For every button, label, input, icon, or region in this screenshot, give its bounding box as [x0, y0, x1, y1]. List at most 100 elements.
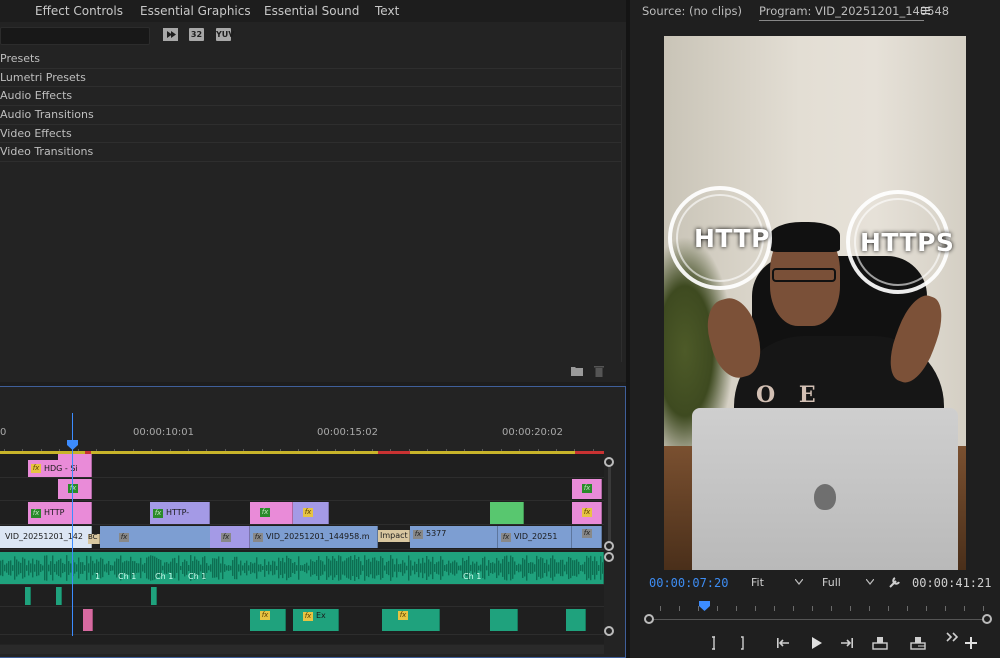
waveform-bar [138, 563, 140, 573]
vertical-scrollbar[interactable] [604, 454, 616, 644]
accelerated-effects-filter-button[interactable] [163, 28, 178, 41]
graphic-clip[interactable] [490, 502, 524, 524]
yuv-filter-button[interactable]: YUV [216, 28, 234, 41]
audio-clip[interactable] [490, 609, 518, 631]
mark-out-icon[interactable] [733, 634, 751, 652]
waveform-bar [362, 565, 364, 571]
ruler-label: 00:00:20:02 [502, 427, 564, 438]
audio-clip[interactable]: fx [250, 609, 286, 631]
audio-clip[interactable] [0, 552, 604, 584]
audio-clip[interactable]: fx [382, 609, 440, 631]
scroll-knob[interactable] [604, 552, 614, 562]
waveform-bar [352, 560, 354, 576]
waveform-bar [400, 563, 402, 573]
video-clip[interactable]: fx VID_20251201_144958.m [250, 526, 378, 548]
video-clip[interactable]: fx [572, 526, 602, 548]
audio-clip[interactable] [56, 587, 62, 605]
horizontal-scrollbar[interactable] [0, 645, 604, 654]
transition-marker[interactable]: Impact [378, 530, 410, 542]
effects-search-input[interactable] [0, 27, 150, 45]
fit-select[interactable]: Fit [746, 574, 806, 591]
panel-menu-icon[interactable] [921, 6, 930, 15]
waveform-bar [436, 562, 438, 574]
scroll-knob[interactable] [604, 457, 614, 467]
folder-lumetri-presets[interactable]: Lumetri Presets [0, 69, 621, 88]
tab-essential-sound[interactable]: Essential Sound [264, 4, 359, 18]
title-clip[interactable]: fx HDG - Si [28, 460, 92, 477]
new-bin-icon[interactable] [571, 366, 583, 376]
monitor-playhead-icon[interactable] [699, 601, 710, 611]
waveform-bar [298, 556, 300, 580]
add-icon[interactable] [962, 634, 980, 652]
audio-clip[interactable] [151, 587, 157, 605]
waveform-bar [58, 559, 60, 577]
audio-clip[interactable] [25, 587, 31, 605]
video-clip[interactable]: VID_20251201_142 [0, 526, 92, 548]
fx-badge: fx [153, 508, 163, 518]
folder-audio-transitions[interactable]: Audio Transitions [0, 106, 621, 125]
audio-clip[interactable] [566, 609, 586, 631]
go-to-out-icon[interactable] [838, 634, 856, 652]
title-clip[interactable] [58, 454, 92, 460]
waveform-bar [238, 564, 240, 572]
waveform-bar [420, 563, 422, 573]
transition-marker[interactable]: BC [88, 534, 100, 544]
mark-in-icon[interactable] [704, 634, 722, 652]
waveform-bar [216, 558, 218, 578]
waveform-bar [42, 565, 44, 571]
scrubber-start-knob[interactable] [644, 614, 654, 624]
current-timecode[interactable]: 00:00:07:20 [649, 576, 728, 590]
scrubber-tick [869, 606, 870, 611]
overlay-http-text: HTTP [694, 224, 770, 253]
waveform-bar [302, 565, 304, 571]
resolution-select[interactable]: Full [817, 574, 877, 591]
folder-video-effects[interactable]: Video Effects [0, 125, 621, 144]
waveform-bar [174, 557, 176, 579]
extract-icon[interactable] [909, 634, 927, 652]
effects-search-row: 32 YUV [0, 26, 626, 46]
graphic-clip[interactable]: fx [250, 502, 293, 524]
monitor-scrubber-track[interactable] [649, 619, 985, 620]
lift-icon[interactable] [871, 634, 889, 652]
audio-clip[interactable] [83, 609, 93, 631]
folder-audio-effects[interactable]: Audio Effects [0, 87, 621, 107]
waveform-bar [46, 555, 48, 581]
waveform-bar [546, 559, 548, 577]
trash-icon[interactable] [594, 365, 604, 377]
program-video-frame[interactable]: O E N HTTP HTTPS [664, 36, 966, 570]
graphic-clip[interactable]: fx [572, 479, 602, 499]
play-icon[interactable] [807, 634, 825, 652]
timeline-tracks[interactable]: fxHDG - Si fx fx fxHTTP fxHTTP- fx fx fx… [0, 454, 604, 644]
graphic-clip[interactable]: fx HTTP- [150, 502, 210, 524]
tab-essential-graphics[interactable]: Essential Graphics [140, 4, 251, 18]
waveform-bar [404, 562, 406, 574]
waveform-bar [562, 559, 564, 577]
waveform-bar [586, 555, 588, 581]
tab-source-monitor[interactable]: Source: (no clips) [642, 4, 742, 18]
wrench-icon[interactable] [888, 575, 902, 589]
more-icon[interactable] [944, 628, 962, 646]
scroll-knob[interactable] [604, 626, 614, 636]
waveform-bar [252, 563, 254, 573]
go-to-in-icon[interactable] [774, 634, 792, 652]
audio-clip[interactable]: fx Ex [293, 609, 339, 631]
waveform-bar [308, 565, 310, 571]
waveform-bar [182, 562, 184, 574]
scrubber-end-knob[interactable] [982, 614, 992, 624]
playhead-handle-icon[interactable] [67, 440, 78, 450]
32bit-filter-button[interactable]: 32 [189, 28, 204, 41]
video-clip[interactable]: fx VID_20251 [498, 526, 572, 548]
tab-effect-controls[interactable]: Effect Controls [35, 4, 123, 18]
graphic-clip[interactable]: fx [293, 502, 329, 524]
waveform-bar [336, 560, 338, 576]
tab-text[interactable]: Text [375, 4, 399, 18]
scroll-knob[interactable] [604, 541, 614, 551]
graphic-clip[interactable]: fx [572, 502, 602, 524]
folder-video-transitions[interactable]: Video Transitions [0, 143, 621, 163]
time-ruler[interactable]: 0 00:00:10:01 00:00:15:02 00:00:20:02 [0, 387, 604, 453]
video-clip[interactable]: fx 5377 [410, 526, 498, 548]
graphic-clip[interactable]: fx [58, 479, 92, 499]
graphic-clip[interactable]: fx HTTP [28, 502, 92, 524]
waveform-bar [24, 558, 26, 578]
folder-presets[interactable]: Presets [0, 50, 621, 69]
